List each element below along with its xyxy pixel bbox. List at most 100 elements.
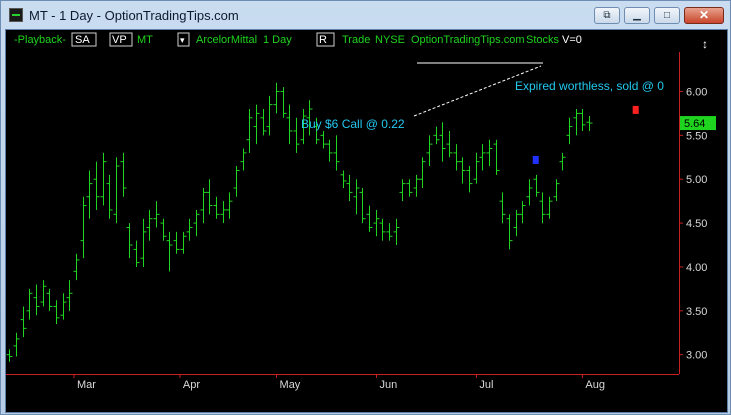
ohlc-bar xyxy=(320,130,327,149)
title-bar[interactable]: MT - 1 Day - OptionTradingTips.com ⧉ ▁ □… xyxy=(1,1,730,29)
month-label: Jul xyxy=(479,379,493,391)
company-name: ArcelorMittal xyxy=(196,34,257,46)
minimize-button[interactable]: ▁ xyxy=(624,7,650,24)
symbol-label[interactable]: MT xyxy=(137,34,153,46)
ohlc-bar xyxy=(120,152,127,197)
interval-label[interactable]: 1 Day xyxy=(263,34,292,46)
ohlc-bar xyxy=(106,174,113,219)
ohlc-bar xyxy=(326,139,333,162)
ohlc-bar xyxy=(140,218,147,267)
month-label: May xyxy=(280,379,301,391)
close-button[interactable]: ✕ xyxy=(684,7,724,24)
price-tick-label: 6.00 xyxy=(686,86,707,98)
dropdown-arrow-icon: ▾ xyxy=(180,35,185,45)
ohlc-bar xyxy=(213,196,220,219)
ohlc-bar xyxy=(86,170,93,219)
ohlc-bar xyxy=(33,284,40,316)
ohlc-bar xyxy=(499,192,506,224)
ohlc-bar xyxy=(340,170,347,188)
ohlc-bar xyxy=(446,130,453,158)
volume-label: V=0 xyxy=(562,34,582,46)
ohlc-bar xyxy=(46,288,53,311)
ohlc-bar xyxy=(260,109,267,136)
chart-window: -Playback- SA VP MT ▾ ArcelorMittal 1 Da… xyxy=(5,29,728,413)
ohlc-bar xyxy=(20,306,27,338)
app-window: MT - 1 Day - OptionTradingTips.com ⧉ ▁ □… xyxy=(0,0,731,415)
ohlc-bar xyxy=(419,157,426,188)
r-button[interactable]: R xyxy=(319,34,327,46)
month-label: Apr xyxy=(183,379,200,391)
ohlc-bar xyxy=(439,122,446,162)
ohlc-bar xyxy=(280,87,287,118)
restore-icon[interactable]: ⧉ xyxy=(594,7,620,24)
ohlc-bar xyxy=(426,135,433,167)
ohlc-bar xyxy=(559,152,566,171)
ohlc-bar xyxy=(553,179,560,202)
ohlc-bar xyxy=(146,209,153,241)
price-tick-label: 3.50 xyxy=(686,306,707,318)
price-tick-label: 3.00 xyxy=(686,350,707,362)
ohlc-bar xyxy=(233,166,240,197)
playback-button[interactable]: -Playback- xyxy=(14,34,66,46)
ohlc-bar xyxy=(539,192,546,224)
ohlc-bar xyxy=(66,280,73,311)
ohlc-bar xyxy=(466,166,473,193)
trade-button[interactable]: Trade xyxy=(342,34,370,46)
ohlc-bar xyxy=(160,218,167,241)
month-label: Mar xyxy=(77,379,96,391)
ohlc-bar xyxy=(366,205,373,232)
ohlc-bar xyxy=(473,152,480,184)
ohlc-bar xyxy=(246,109,253,153)
ohlc-bar xyxy=(573,109,580,136)
ohlc-bar xyxy=(240,148,247,171)
ohlc-bar xyxy=(399,179,406,202)
ohlc-bar xyxy=(373,209,380,237)
sa-button[interactable]: SA xyxy=(75,34,90,46)
ohlc-bar xyxy=(173,231,180,254)
ohlc-bar xyxy=(533,174,540,197)
window-controls: ⧉ ▁ □ ✕ xyxy=(594,7,724,24)
buy-marker xyxy=(532,155,539,164)
ohlc-bar xyxy=(273,82,280,114)
sell-marker xyxy=(632,105,639,114)
ohlc-bar xyxy=(73,253,80,281)
ohlc-bar xyxy=(93,161,100,210)
ohlc-bar xyxy=(566,117,573,145)
ohlc-bar xyxy=(546,196,553,219)
ohlc-bar xyxy=(506,214,513,250)
ohlc-bar xyxy=(526,179,533,206)
ohlc-bar xyxy=(433,126,440,145)
ohlc-bar xyxy=(406,179,413,197)
ohlc-bar xyxy=(186,218,193,241)
price-tick-label: 5.00 xyxy=(686,174,707,186)
ohlc-bar xyxy=(459,157,466,184)
stocks-label: Stocks xyxy=(526,34,560,46)
ohlc-bar xyxy=(493,139,500,175)
ohlc-bar xyxy=(100,152,107,206)
ohlc-bar xyxy=(513,209,520,237)
ohlc-bar xyxy=(40,280,47,307)
ohlc-bar xyxy=(253,104,260,145)
scroll-end-icon[interactable]: ↕ xyxy=(702,37,708,51)
ohlc-bar xyxy=(333,135,340,171)
chart-toolbar: -Playback- SA VP MT ▾ ArcelorMittal 1 Da… xyxy=(14,32,708,51)
ohlc-bar xyxy=(579,109,586,131)
ohlc-bar xyxy=(486,139,493,167)
ohlc-bar xyxy=(166,231,173,272)
ohlc-bar xyxy=(379,218,386,241)
ohlc-bar xyxy=(133,240,140,267)
price-tick-label: 4.50 xyxy=(686,218,707,230)
vp-button[interactable]: VP xyxy=(112,34,127,46)
brand-label: OptionTradingTips.com xyxy=(411,34,525,46)
exchange-label: NYSE xyxy=(375,34,405,46)
ohlc-bar xyxy=(126,223,133,259)
ohlc-bar xyxy=(359,187,366,224)
price-chart[interactable]: -Playback- SA VP MT ▾ ArcelorMittal 1 Da… xyxy=(6,30,727,412)
ohlc-bar xyxy=(13,332,20,357)
ohlc-bar xyxy=(386,223,393,241)
ohlc-bar xyxy=(453,144,460,171)
ohlc-bar xyxy=(519,201,526,224)
month-label: Aug xyxy=(585,379,605,391)
maximize-button[interactable]: □ xyxy=(654,7,680,24)
last-price-label: 5.64 xyxy=(684,118,705,130)
